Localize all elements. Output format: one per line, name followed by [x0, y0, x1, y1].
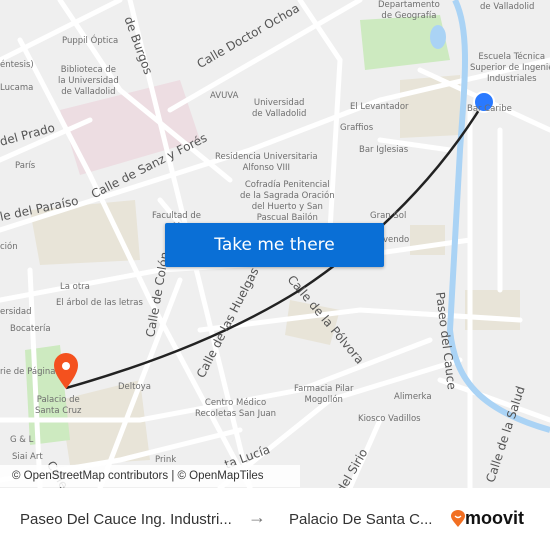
poi-label: Departamento de Geografía [378, 0, 440, 21]
poi-label: Residencia Universitaria Alfonso VIII [215, 152, 318, 173]
poi-label: Deltoya [118, 382, 151, 392]
moovit-logo: moovit [451, 508, 524, 529]
poi-label: rie de Página [0, 367, 56, 377]
poi-label: Bocatería [10, 324, 51, 334]
poi-label: Palacio de Santa Cruz [35, 395, 82, 416]
poi-label: ción [0, 242, 18, 252]
origin-stop-name: Paseo Del Cauce Ing. Industri... [20, 511, 232, 528]
poi-label: París [15, 161, 36, 171]
poi-label: Alimerka [394, 392, 432, 402]
poi-label: Centro Médico Recoletas San Juan [195, 398, 277, 419]
pond [430, 25, 446, 49]
poi-label: Puppil Óptica [62, 36, 119, 46]
poi-label: Bar Caribe [467, 104, 512, 114]
poi-label: El Levantador [350, 102, 409, 112]
poi-label: Escuela Técnica Superior de Ingenie Indu… [470, 52, 550, 84]
poi-label: de Valladolid [480, 2, 535, 12]
poi-label: El árbol de las letras [56, 298, 143, 308]
poi-label: Gran Sol [370, 211, 407, 221]
poi-label: G & L [10, 435, 34, 445]
block [465, 290, 520, 330]
moovit-pin-icon [451, 509, 465, 527]
poi-label: Graffios [340, 123, 374, 133]
poi-label: ersidad [0, 307, 32, 317]
poi-label: AVUVA [210, 91, 239, 101]
poi-label: vendo [383, 235, 410, 245]
destination-stop-name: Palacio De Santa C... [289, 511, 433, 528]
poi-label: éntesis) [0, 60, 34, 70]
take-me-there-button[interactable]: Take me there [165, 223, 384, 267]
block [410, 225, 445, 255]
moovit-wordmark: moovit [465, 508, 525, 528]
poi-label: Kiosco Vadillos [358, 414, 421, 424]
map[interactable]: de Burgos Calle Doctor Ochoa del Prado C… [0, 0, 550, 488]
poi-label: Farmacia Pilar Mogollón [294, 384, 354, 405]
poi-label: Biblioteca de la Universidad de Valladol… [58, 65, 119, 97]
poi-label: Bar Iglesias [359, 145, 409, 155]
poi-label: La otra [60, 282, 90, 292]
footer: Paseo Del Cauce Ing. Industri... → Palac… [0, 488, 550, 550]
map-attribution[interactable]: © OpenStreetMap contributors | © OpenMap… [0, 465, 300, 487]
arrow-right-icon: → [248, 507, 266, 527]
poi-label: Siai Art [12, 452, 43, 462]
poi-label: Universidad de Valladolid [252, 98, 307, 119]
poi-label: Lucama [0, 83, 34, 93]
poi-label: Cofradía Penitencial de la Sagrada Oraci… [240, 180, 335, 223]
